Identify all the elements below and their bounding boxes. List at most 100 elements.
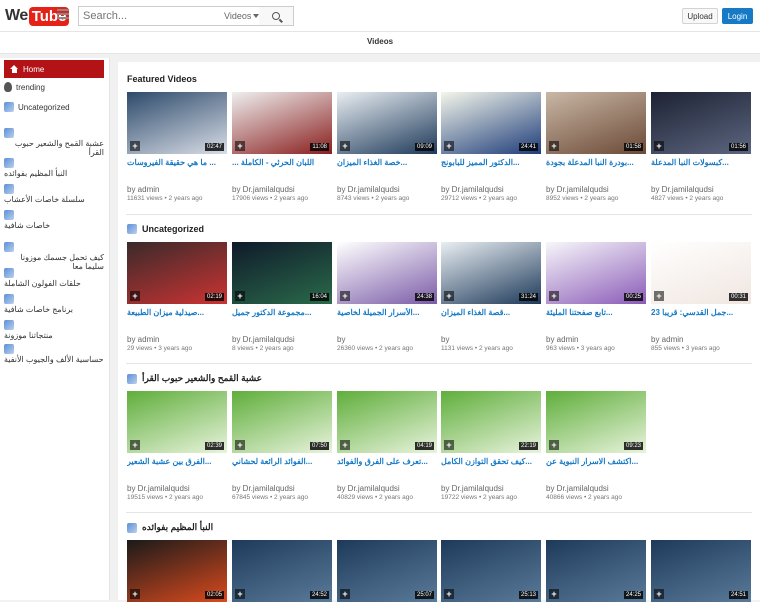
video-card[interactable]: +24:51 — [651, 540, 751, 602]
video-card[interactable]: +24:41 ...الدكتور المميز للبابونج by Dr.ja… — [441, 92, 541, 202]
add-icon[interactable]: + — [549, 291, 559, 301]
video-card[interactable]: +31:24 ...قصة الغذاء الميزان by 1131 views … — [441, 242, 541, 352]
video-card[interactable]: +24:52 — [232, 540, 332, 602]
add-icon[interactable]: + — [444, 141, 454, 151]
video-card[interactable]: +02:47 ... ما هي حقيقة الفيروسات by admin 1… — [127, 92, 227, 202]
video-title[interactable]: ...تعرف على الفرق والفوائد — [337, 457, 437, 468]
video-title[interactable]: ...كيف تحقق التوازن الكامل — [441, 457, 541, 468]
video-title[interactable]: ...تابع صفحتنا المليئة — [546, 308, 646, 319]
video-title[interactable]: ...الدكتور المميز للبابونج — [441, 158, 541, 169]
add-icon[interactable]: + — [444, 440, 454, 450]
video-thumbnail[interactable]: +01:58 — [546, 92, 646, 154]
video-card[interactable]: +25:07 — [337, 540, 437, 602]
add-icon[interactable]: + — [235, 589, 245, 599]
video-title[interactable]: ...بودرة النبأ المدعلة بجودة — [546, 158, 646, 169]
video-title[interactable]: ...مجموعة الدكتور جميل — [232, 308, 332, 319]
video-thumbnail[interactable]: +22:19 — [441, 391, 541, 453]
search-button[interactable] — [258, 6, 294, 26]
sidebar-item[interactable]: منتجاتنا موزونة — [4, 320, 104, 340]
video-title[interactable]: ... ما هي حقيقة الفيروسات — [127, 158, 227, 169]
video-thumbnail[interactable]: +24:51 — [651, 540, 751, 602]
sidebar-item[interactable]: trending — [4, 82, 104, 92]
video-thumbnail[interactable]: +01:56 — [651, 92, 751, 154]
sidebar-item[interactable]: برنامج خاصات شافية — [4, 294, 104, 314]
video-thumbnail[interactable]: +00:31 — [651, 242, 751, 304]
search-filter-select[interactable]: Videos — [224, 7, 260, 25]
video-thumbnail[interactable]: +02:47 — [127, 92, 227, 154]
video-thumbnail[interactable]: +02:39 — [127, 391, 227, 453]
video-thumbnail[interactable]: +02:05 — [127, 540, 227, 602]
add-icon[interactable]: + — [654, 291, 664, 301]
video-card[interactable]: +16:04 ...مجموعة الدكتور جميل by Dr.jamila… — [232, 242, 332, 352]
video-thumbnail[interactable]: +16:04 — [232, 242, 332, 304]
video-thumbnail[interactable]: +24:41 — [441, 92, 541, 154]
video-title[interactable]: ...الفرق بين عشبة الشعير — [127, 457, 227, 468]
video-card[interactable]: +01:56 ...كبسولات النبأ المدعلة by Dr.jami… — [651, 92, 751, 202]
video-thumbnail[interactable]: +24:25 — [546, 540, 646, 602]
video-title[interactable]: ...كبسولات النبأ المدعلة — [651, 158, 751, 169]
video-card[interactable]: +07:50 ...الفوائد الرائعة لحشاني by Dr.jam… — [232, 391, 332, 501]
section-title[interactable]: عشبة القمح والشعير حبوب القرأ — [127, 373, 262, 384]
add-icon[interactable]: + — [549, 141, 559, 151]
video-card[interactable]: +01:58 ...بودرة النبأ المدعلة بجودة by Dr.… — [546, 92, 646, 202]
sidebar-item[interactable]: Home — [4, 60, 104, 78]
sidebar-item[interactable]: كيف تحمل جسمك موزونا سليما معا — [4, 242, 104, 271]
video-title[interactable]: اللبان الحرثي - الكاملة ... — [232, 158, 332, 169]
add-icon[interactable]: + — [235, 440, 245, 450]
video-thumbnail[interactable]: +02:19 — [127, 242, 227, 304]
sidebar-item[interactable]: عشبة القمح والشعير حبوب القرأ — [4, 128, 104, 157]
add-icon[interactable]: + — [130, 589, 140, 599]
video-thumbnail[interactable]: +04:19 — [337, 391, 437, 453]
add-icon[interactable]: + — [130, 291, 140, 301]
add-icon[interactable]: + — [654, 141, 664, 151]
add-icon[interactable]: + — [235, 291, 245, 301]
sidebar-item[interactable]: سلسلة خاصات الأعشاب — [4, 184, 104, 204]
video-thumbnail[interactable]: +25:13 — [441, 540, 541, 602]
section-title[interactable]: Featured Videos — [127, 74, 197, 84]
sidebar-item[interactable]: خاصات شافية — [4, 210, 104, 230]
video-title[interactable]: ...الأسرار الجميلة لخاصية — [337, 308, 437, 319]
video-card[interactable]: +09:23 ...اكتشف الاسرار النبوية عن by Dr.j… — [546, 391, 646, 501]
add-icon[interactable]: + — [340, 291, 350, 301]
video-thumbnail[interactable]: +09:09 — [337, 92, 437, 154]
add-icon[interactable]: + — [549, 440, 559, 450]
video-card[interactable]: +24:25 — [546, 540, 646, 602]
video-thumbnail[interactable]: +11:08 — [232, 92, 332, 154]
video-card[interactable]: +02:05 — [127, 540, 227, 602]
section-title[interactable]: Uncategorized — [127, 224, 204, 234]
video-card[interactable]: +00:25 ...تابع صفحتنا المليئة by admin 963 … — [546, 242, 646, 352]
video-thumbnail[interactable]: +24:38 — [337, 242, 437, 304]
add-icon[interactable]: + — [340, 440, 350, 450]
add-icon[interactable]: + — [549, 589, 559, 599]
login-button[interactable]: Login — [722, 8, 753, 24]
add-icon[interactable]: + — [444, 291, 454, 301]
video-thumbnail[interactable]: +24:52 — [232, 540, 332, 602]
menu-icon[interactable] — [57, 9, 69, 19]
video-thumbnail[interactable]: +07:50 — [232, 391, 332, 453]
video-card[interactable]: +04:19 ...تعرف على الفرق والفوائد by Dr.ja… — [337, 391, 437, 501]
video-title[interactable]: ...اكتشف الاسرار النبوية عن — [546, 457, 646, 468]
video-card[interactable]: +02:39 ...الفرق بين عشبة الشعير by Dr.jami… — [127, 391, 227, 501]
sidebar-item[interactable]: Uncategorized — [4, 102, 104, 112]
video-thumbnail[interactable]: +31:24 — [441, 242, 541, 304]
video-thumbnail[interactable]: +00:25 — [546, 242, 646, 304]
add-icon[interactable]: + — [340, 589, 350, 599]
add-icon[interactable]: + — [340, 141, 350, 151]
video-title[interactable]: ...جمل القدسي: قريبا 23 — [651, 308, 751, 319]
sidebar-item[interactable]: حلقات الفولون الشاملة — [4, 268, 104, 288]
add-icon[interactable]: + — [444, 589, 454, 599]
video-thumbnail[interactable]: +25:07 — [337, 540, 437, 602]
video-thumbnail[interactable]: +09:23 — [546, 391, 646, 453]
video-card[interactable]: +09:09 ...خصة الغذاء الميزان by Dr.jamilal… — [337, 92, 437, 202]
video-title[interactable]: ...صيدلية ميزان الطبيعة — [127, 308, 227, 319]
video-card[interactable]: +00:31 ...جمل القدسي: قريبا 23 by admin 855… — [651, 242, 751, 352]
video-card[interactable]: +22:19 ...كيف تحقق التوازن الكامل by Dr.ja… — [441, 391, 541, 501]
section-title[interactable]: النبأ المظيم بفوائده — [127, 522, 213, 533]
video-title[interactable]: ...خصة الغذاء الميزان — [337, 158, 437, 169]
video-card[interactable]: +02:19 ...صيدلية ميزان الطبيعة by admin 29 … — [127, 242, 227, 352]
video-card[interactable]: +24:38 ...الأسرار الجميلة لخاصية by 26360 v… — [337, 242, 437, 352]
video-title[interactable]: ...الفوائد الرائعة لحشاني — [232, 457, 332, 468]
sidebar-item[interactable]: حساسية الألف والجيوب الأنفية — [4, 344, 104, 364]
video-title[interactable]: ...قصة الغذاء الميزان — [441, 308, 541, 319]
add-icon[interactable]: + — [654, 589, 664, 599]
